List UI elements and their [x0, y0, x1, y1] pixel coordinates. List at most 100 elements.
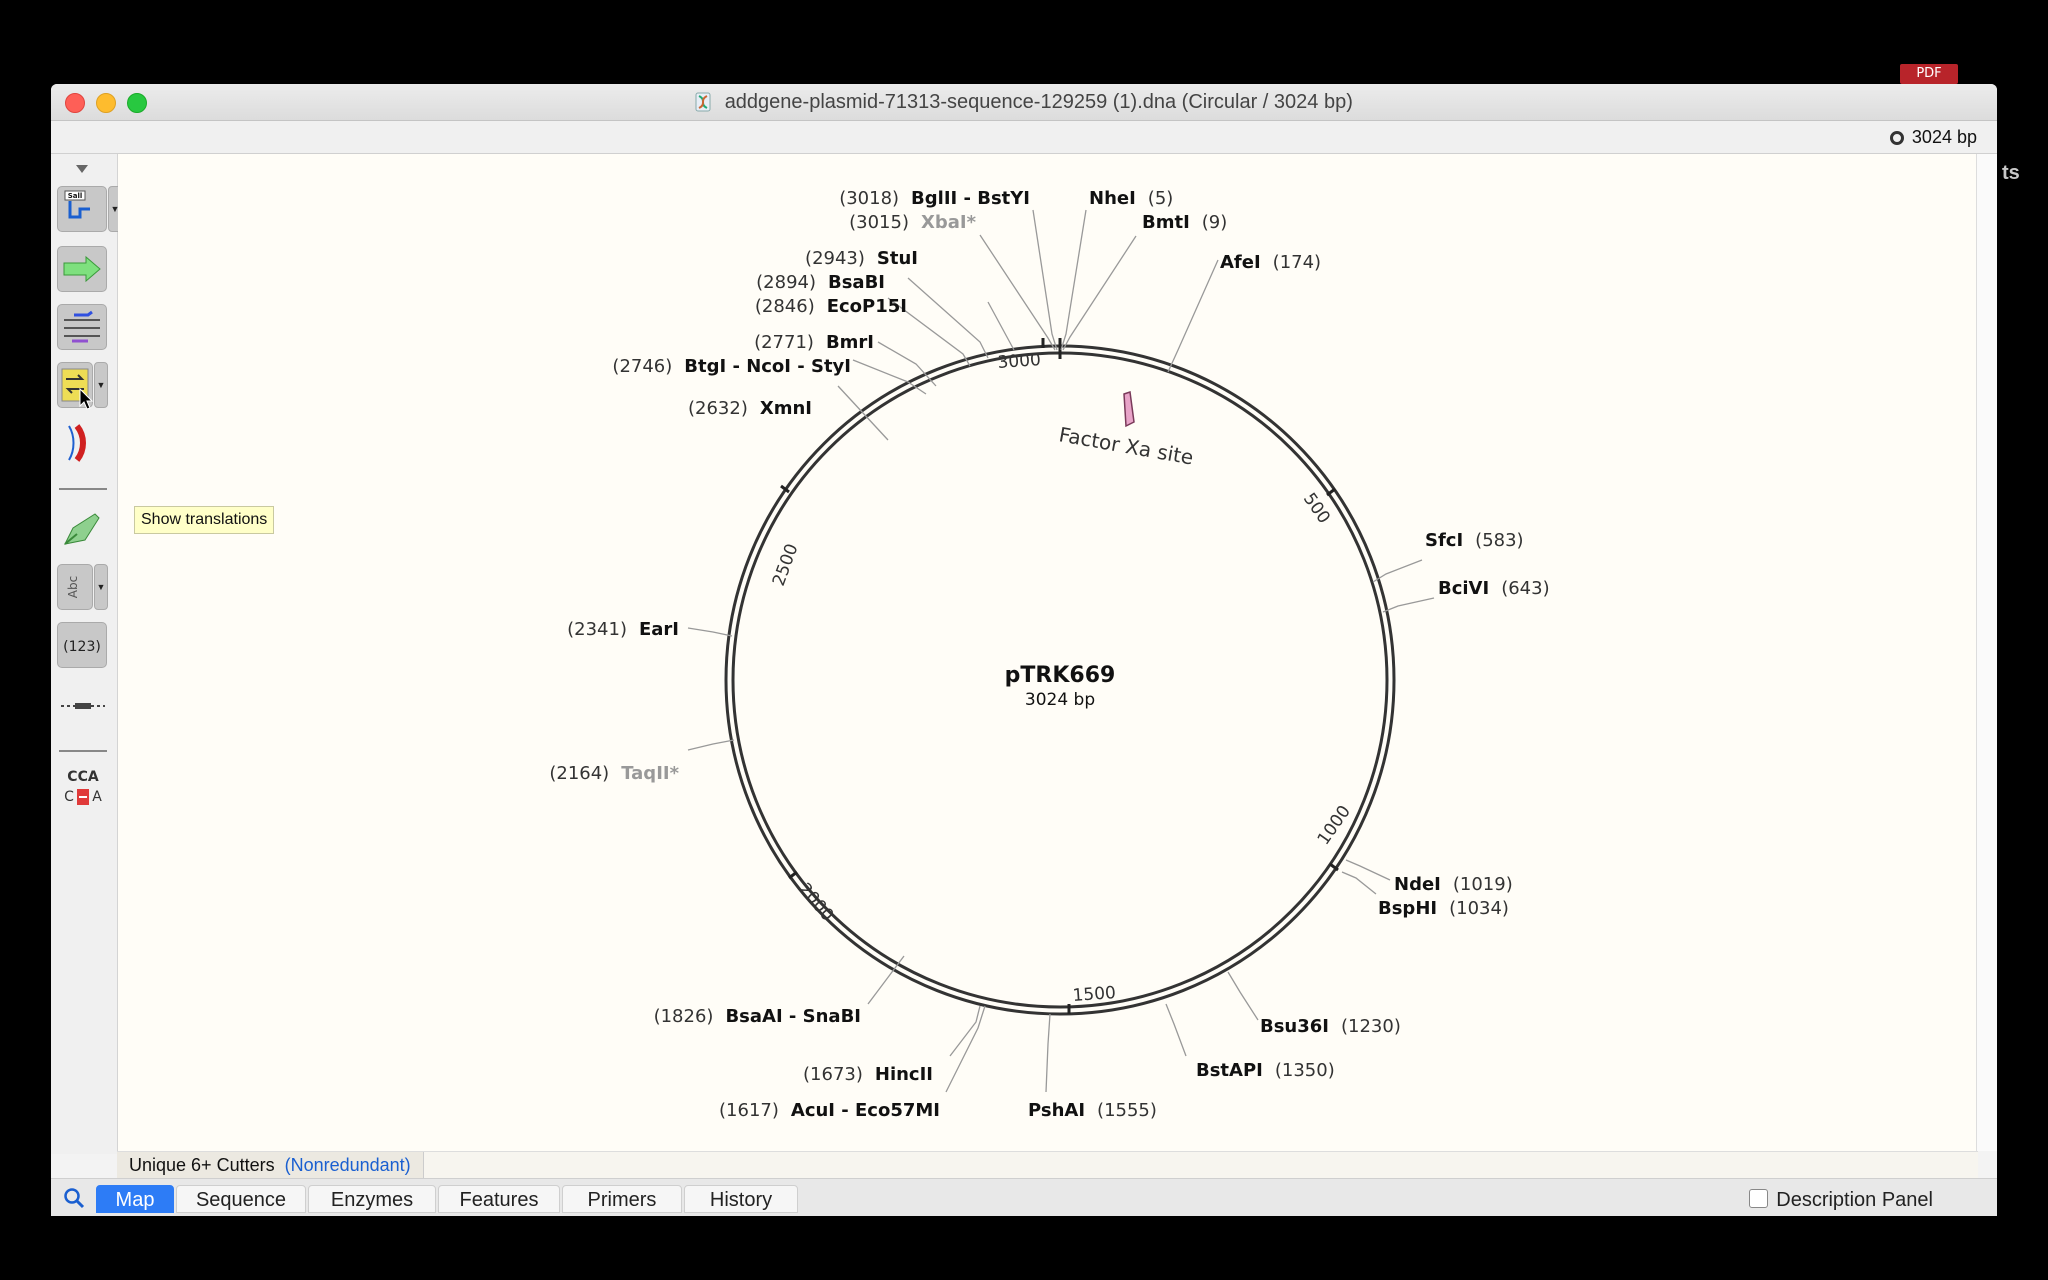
enzyme-label-xmni[interactable]: (2632) XmnI: [688, 398, 812, 419]
enzyme-pos: (3015): [849, 212, 909, 233]
title-bar: addgene-plasmid-71313-sequence-129259 (1…: [51, 84, 1997, 121]
description-panel-checkbox[interactable]: [1749, 1189, 1769, 1208]
leader-bstapi: [1165, 1003, 1187, 1057]
enzyme-pos: (1673): [803, 1064, 863, 1085]
primers-button[interactable]: [57, 304, 107, 350]
enzyme-label-ecop15i[interactable]: (2846) EcoP15I: [755, 296, 907, 317]
enzyme-name: BmrI: [826, 332, 874, 353]
enzyme-label-stui[interactable]: (2943) StuI: [805, 248, 918, 269]
toolbar-divider: [59, 488, 107, 490]
tab-primers[interactable]: Primers: [562, 1185, 682, 1213]
enzyme-label-afei[interactable]: AfeI (174): [1220, 252, 1321, 273]
description-panel-toggle[interactable]: Description Panel: [1749, 1189, 1933, 1212]
enzyme-label-taqii[interactable]: (2164) TaqII*: [549, 763, 679, 784]
search-icon[interactable]: [63, 1187, 85, 1209]
enzyme-name: EarI: [639, 619, 679, 640]
enzyme-pos: (1617): [719, 1100, 779, 1121]
leader-stui: [987, 301, 1015, 351]
enzyme-name: EcoP15I: [827, 296, 907, 317]
leader-nhei: [1060, 209, 1087, 351]
enzyme-label-ndei[interactable]: NdeI (1019): [1394, 874, 1513, 895]
leader-sfci: [1372, 559, 1423, 583]
ruler-icon[interactable]: [59, 698, 107, 714]
pdf-badge: PDF: [1900, 64, 1958, 84]
plasmid-map-canvas[interactable]: 3000 500 1000 1500 2000 2500 Factor Xa s…: [118, 154, 1976, 1151]
leader-hincii: [949, 1005, 981, 1057]
background-window-text: ts: [2002, 162, 2020, 184]
enzyme-label-bsphi[interactable]: BspHI (1034): [1378, 898, 1509, 919]
leader-btgi: [852, 359, 927, 395]
enzyme-site-icon-text: Sall: [68, 192, 83, 200]
enzyme-label-sfci[interactable]: SfcI (583): [1425, 530, 1524, 551]
enzyme-pos: (1230): [1341, 1016, 1401, 1037]
enzyme-label-bsu36i[interactable]: Bsu36I (1230): [1260, 1016, 1401, 1037]
enzyme-name: BsaBI: [828, 272, 885, 293]
tab-sequence[interactable]: Sequence: [176, 1185, 306, 1213]
mouse-cursor-icon: [79, 388, 94, 410]
tab-map[interactable]: Map: [96, 1185, 174, 1213]
enzyme-label-acui[interactable]: (1617) AcuI - Eco57MI: [719, 1100, 940, 1121]
window-title-text: addgene-plasmid-71313-sequence-129259 (1…: [724, 91, 1353, 113]
enzyme-name: BciVI: [1438, 578, 1489, 599]
enzyme-pos: (5): [1148, 188, 1174, 209]
tab-enzymes[interactable]: Enzymes: [308, 1185, 436, 1213]
enzyme-pos: (643): [1501, 578, 1549, 599]
numbers-icon: (123): [63, 639, 101, 655]
vertical-scrollbar[interactable]: [1976, 154, 1997, 1151]
tick-label-2000: 2000: [794, 879, 837, 925]
enzyme-label-nhei[interactable]: NheI (5): [1089, 188, 1173, 209]
collapse-arrow-icon[interactable]: [75, 164, 89, 174]
feature-pen-icon[interactable]: [59, 506, 105, 550]
enzyme-label-xbai[interactable]: (3015) XbaI*: [849, 212, 976, 233]
enzyme-pos: (1555): [1097, 1100, 1157, 1121]
snapgene-window: addgene-plasmid-71313-sequence-129259 (1…: [51, 84, 1997, 1216]
enzyme-pos: (174): [1273, 252, 1321, 273]
enzyme-pos: (1019): [1453, 874, 1513, 895]
description-panel-label: Description Panel: [1776, 1189, 1933, 1211]
view-tab-bar: Map Sequence Enzymes Features Primers Hi…: [51, 1178, 1997, 1216]
enzyme-label-hincii[interactable]: (1673) HincII: [803, 1064, 933, 1085]
enzyme-label-bcivi[interactable]: BciVI (643): [1438, 578, 1550, 599]
codon-icon[interactable]: CCA C A: [59, 766, 109, 810]
features-button[interactable]: [57, 246, 107, 292]
enzyme-pos: (3018): [839, 188, 899, 209]
enzyme-name: BglII - BstYI: [911, 188, 1030, 209]
tab-features[interactable]: Features: [438, 1185, 560, 1213]
enzyme-label-bmti[interactable]: BmtI (9): [1142, 212, 1227, 233]
dna-file-icon: [695, 92, 711, 112]
enzyme-label-bsabi[interactable]: (2894) BsaBI: [756, 272, 885, 293]
codon-top-text: CCA: [67, 769, 99, 785]
abc-icon: Abc: [66, 576, 80, 598]
translations-dropdown[interactable]: ▼: [94, 362, 108, 408]
nonredundant-link[interactable]: (Nonredundant): [285, 1155, 411, 1175]
enzyme-name: BstAPI: [1196, 1060, 1263, 1081]
text-labels-button[interactable]: Abc: [57, 564, 93, 610]
enzyme-label-btgi[interactable]: (2746) BtgI - NcoI - StyI: [612, 356, 851, 377]
enzyme-label-eari[interactable]: (2341) EarI: [567, 619, 679, 640]
enzyme-name: PshAI: [1028, 1100, 1085, 1121]
tab-history[interactable]: History: [684, 1185, 798, 1213]
factor-xa-feature[interactable]: [1123, 391, 1135, 428]
numbers-button[interactable]: (123): [57, 622, 107, 668]
abc-icon-text: Abc: [66, 576, 80, 598]
leader-bmri: [877, 341, 937, 387]
enzyme-label-pshai[interactable]: PshAI (1555): [1028, 1100, 1157, 1121]
plasmid-map[interactable]: 3000 500 1000 1500 2000 2500 Factor Xa s…: [118, 154, 1976, 1151]
enzyme-label-bglii[interactable]: (3018) BglII - BstYI: [839, 188, 1030, 209]
enzyme-label-bstapi[interactable]: BstAPI (1350): [1196, 1060, 1335, 1081]
enzyme-name: BmtI: [1142, 212, 1190, 233]
enzyme-pos: (9): [1202, 212, 1228, 233]
tick-label-1500: 1500: [1072, 983, 1117, 1006]
enzyme-label-bsaai[interactable]: (1826) BsaAI - SnaBI: [654, 1006, 861, 1027]
enzyme-label-bmri[interactable]: (2771) BmrI: [754, 332, 874, 353]
enzyme-set-selector[interactable]: Unique 6+ Cutters (Nonredundant): [117, 1152, 424, 1178]
tick-label-1000: 1000: [1314, 802, 1355, 849]
enzyme-pos: (2943): [805, 248, 865, 269]
text-labels-dropdown[interactable]: ▼: [94, 564, 108, 610]
numbers-icon-text: (123): [63, 639, 101, 655]
enzyme-set-label: Unique 6+ Cutters: [129, 1155, 275, 1175]
enzyme-pos: (583): [1475, 530, 1523, 551]
orf-icon[interactable]: [57, 422, 87, 464]
enzymes-button[interactable]: Sall: [57, 186, 107, 232]
leader-acui: [945, 1005, 986, 1093]
